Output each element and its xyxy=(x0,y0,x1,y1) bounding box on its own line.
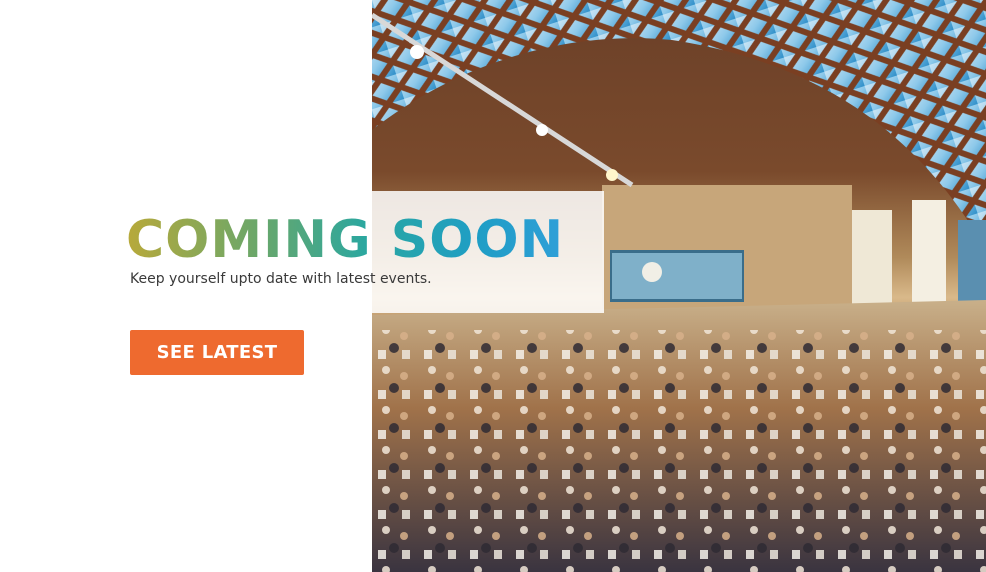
tagline: Keep yourself upto date with latest even… xyxy=(130,271,432,287)
see-latest-button[interactable]: SEE LATEST xyxy=(130,330,304,375)
coming-soon-headline: COMING SOON xyxy=(126,210,565,270)
